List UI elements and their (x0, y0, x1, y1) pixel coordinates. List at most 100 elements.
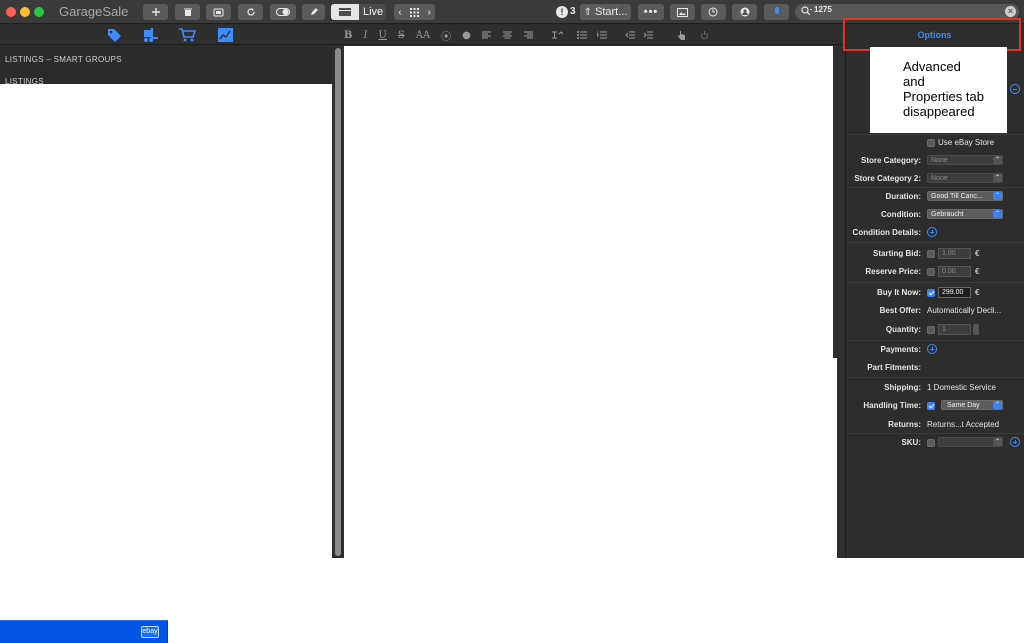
starting-bid-checkbox[interactable] (927, 250, 935, 258)
picture-icon (677, 7, 688, 17)
grid-icon[interactable] (410, 7, 419, 17)
returns-label: Returns: (888, 420, 921, 429)
delete-button[interactable] (175, 4, 200, 20)
buy-it-now-checkbox[interactable] (927, 289, 935, 297)
font-menu-button[interactable]: ⦿ (441, 28, 451, 43)
start-button[interactable]: ⇑ Start... (580, 4, 631, 20)
chevron-right-icon[interactable]: › (427, 7, 430, 18)
numbered-list-icon[interactable] (596, 31, 607, 39)
font-size-button[interactable]: AA (416, 30, 430, 41)
payments-label: Payments: (880, 345, 921, 354)
duplicate-button[interactable] (206, 4, 231, 20)
chevron-updown-icon (993, 191, 1002, 201)
listings-header: LISTINGS – SMART GROUPS LISTINGS (0, 46, 332, 86)
quantity-checkbox[interactable] (927, 326, 935, 334)
store-category2-value: None (931, 175, 948, 182)
best-offer-value[interactable]: Automatically Decli... (927, 306, 1001, 315)
condition-value: Gebraucht (931, 211, 964, 218)
close-window-button[interactable] (6, 7, 16, 17)
preview-live-segment[interactable]: Live (331, 4, 386, 20)
account-button[interactable] (732, 4, 757, 20)
clock-icon (708, 7, 718, 16)
reserve-price-field[interactable]: 0.00 (938, 266, 971, 277)
microphone-button[interactable] (764, 4, 789, 20)
toggle-button[interactable] (270, 4, 296, 20)
hand-pointer-icon[interactable] (677, 30, 686, 40)
taskbar: ebay (0, 620, 168, 643)
store-category-select[interactable]: None (927, 155, 1003, 165)
add-payment-icon[interactable] (927, 344, 937, 354)
starting-bid-row: Starting Bid: 1.00 € (845, 245, 1024, 263)
alert-icon[interactable]: ! (556, 6, 568, 18)
duration-label: Duration: (885, 192, 921, 201)
handling-time-select[interactable]: Same Day (941, 400, 1003, 410)
underline-button[interactable]: U (378, 30, 386, 41)
italic-button[interactable]: I (363, 30, 367, 41)
sku-checkbox[interactable] (927, 439, 935, 447)
store-category-row: Store Category: None (845, 152, 1024, 170)
quantity-row: Quantity: 1 (845, 321, 1024, 339)
edit-button[interactable] (302, 4, 325, 20)
bold-button[interactable]: B (344, 30, 352, 41)
add-sku-icon[interactable] (1010, 437, 1020, 447)
app-title: GarageSale (59, 4, 129, 19)
line-spacing-icon[interactable] (551, 31, 563, 39)
start-label: Start... (594, 6, 628, 18)
store-category2-row: Store Category 2: None (845, 170, 1024, 188)
tag-icon[interactable] (106, 27, 123, 43)
buy-it-now-label: Buy It Now: (877, 288, 921, 297)
align-center-icon[interactable] (502, 31, 512, 39)
image-button[interactable] (670, 4, 695, 20)
separator (848, 282, 1024, 283)
condition-row: Condition: Gebraucht (845, 206, 1024, 224)
color-button[interactable]: ● (462, 30, 471, 41)
cart-icon[interactable] (178, 27, 196, 43)
sku-select[interactable] (938, 437, 1003, 447)
add-condition-details-icon[interactable] (927, 227, 937, 237)
align-right-icon[interactable] (523, 31, 533, 39)
left-scrollbar[interactable] (335, 48, 341, 556)
buy-it-now-field[interactable]: 299.00 (938, 287, 971, 298)
format-toolbar: B I U S AA ⦿ ● (344, 25, 709, 45)
quantity-field[interactable]: 1 (938, 324, 971, 335)
chart-icon[interactable] (217, 27, 234, 43)
store-category2-select[interactable]: None (927, 173, 1003, 183)
power-icon[interactable] (700, 30, 709, 40)
template-nav[interactable]: ‹ › (394, 4, 435, 20)
outdent-icon[interactable] (625, 31, 635, 39)
reserve-price-label: Reserve Price: (865, 267, 921, 276)
note-line: disappeared (903, 104, 975, 119)
payments-row: Payments: (845, 341, 1024, 359)
align-left-icon[interactable] (481, 31, 491, 39)
chevron-left-icon[interactable]: ‹ (398, 7, 401, 18)
indent-icon[interactable] (643, 31, 653, 39)
condition-select[interactable]: Gebraucht (927, 209, 1003, 219)
condition-details-row: Condition Details: (845, 224, 1024, 242)
returns-value[interactable]: Returns...t Accepted (927, 420, 999, 429)
duration-select[interactable]: Good Till Canc... (927, 191, 1003, 201)
clear-search-icon[interactable]: × (1005, 6, 1016, 17)
ebay-tray-icon[interactable]: ebay (141, 626, 159, 638)
more-button[interactable]: ••• (638, 4, 664, 20)
refresh-button[interactable] (238, 4, 263, 20)
duplicate-icon (213, 8, 224, 17)
handling-time-checkbox[interactable] (927, 402, 935, 410)
reserve-price-checkbox[interactable] (927, 268, 935, 276)
zoom-window-button[interactable] (34, 7, 44, 17)
search-icon (801, 6, 812, 16)
use-ebay-store-checkbox[interactable] (927, 139, 935, 147)
strikethrough-button[interactable]: S (398, 30, 405, 41)
currency-symbol: € (975, 267, 980, 276)
minimize-window-button[interactable] (20, 7, 30, 17)
handling-time-label: Handling Time: (863, 401, 921, 410)
shipping-value[interactable]: 1 Domestic Service (927, 383, 996, 392)
schedule-button[interactable] (701, 4, 726, 20)
bullet-list-icon[interactable] (576, 31, 587, 39)
quantity-stepper[interactable] (973, 324, 979, 335)
starting-bid-field[interactable]: 1.00 (938, 248, 971, 259)
forklift-icon[interactable] (141, 27, 159, 43)
separator (848, 242, 1024, 243)
collapse-icon[interactable] (1010, 84, 1020, 94)
add-listing-button[interactable] (143, 4, 168, 20)
left-splitter[interactable] (332, 46, 344, 558)
